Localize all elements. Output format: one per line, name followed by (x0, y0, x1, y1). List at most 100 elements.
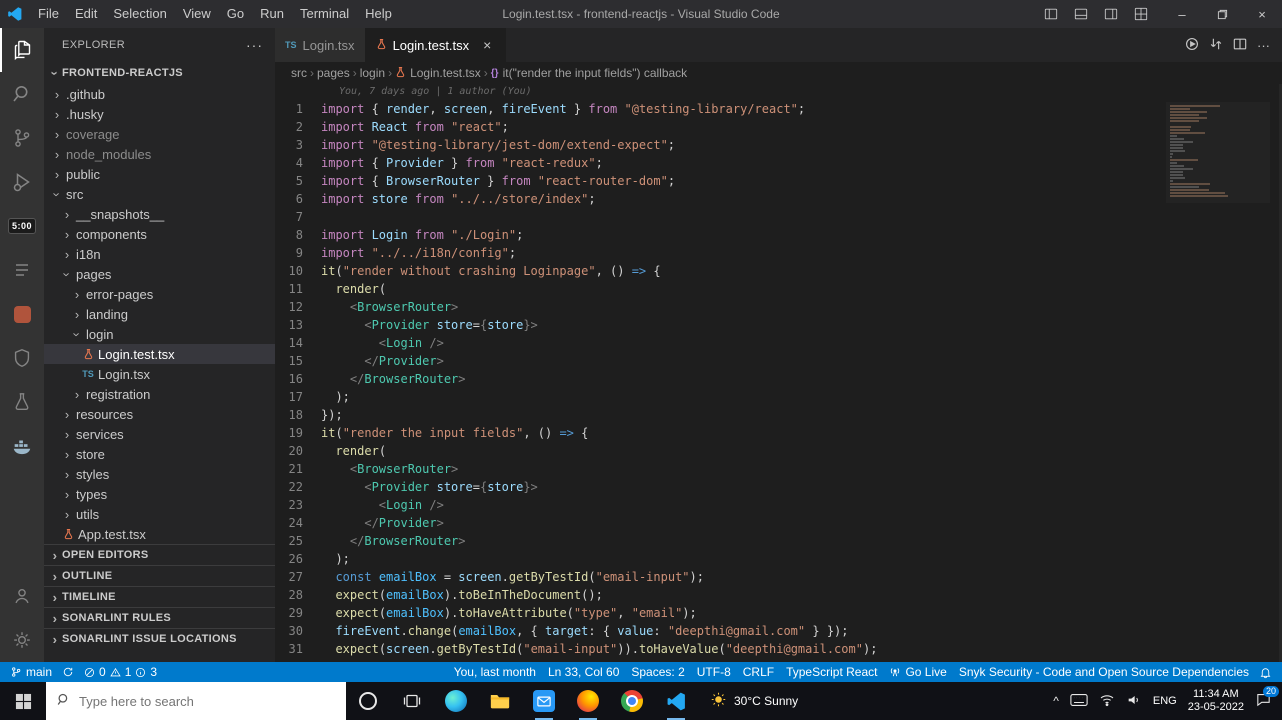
tree-item-landing[interactable]: › landing (44, 304, 275, 324)
tree-item-src[interactable]: › src (44, 184, 275, 204)
git-branch-indicator[interactable]: main (10, 665, 52, 679)
clock[interactable]: 11:34 AM 23-05-2022 (1188, 688, 1244, 714)
toggle-panel-bottom-icon[interactable] (1066, 0, 1096, 28)
tree-item-i18n[interactable]: › i18n (44, 244, 275, 264)
tree-item-utils[interactable]: › utils (44, 504, 275, 524)
tree-item-types[interactable]: › types (44, 484, 275, 504)
search-input[interactable] (79, 693, 336, 709)
edge-icon[interactable] (434, 682, 478, 720)
language-indicator[interactable]: ENG (1153, 695, 1177, 707)
notifications-bell[interactable] (1259, 666, 1272, 679)
sonarlint-icon[interactable] (0, 292, 44, 336)
menu-help[interactable]: Help (357, 0, 400, 28)
menu-run[interactable]: Run (252, 0, 292, 28)
test-explorer-icon[interactable] (0, 380, 44, 424)
tree-item-husky[interactable]: › .husky (44, 104, 275, 124)
tree-item-services[interactable]: › services (44, 424, 275, 444)
docker-icon[interactable] (0, 424, 44, 468)
settings-gear-icon[interactable] (0, 618, 44, 662)
explorer-more-actions-icon[interactable]: ··· (246, 37, 263, 53)
close-icon[interactable]: × (479, 37, 495, 53)
problems-indicator[interactable]: 0 1 3 (84, 665, 157, 679)
breadcrumb-item-src[interactable]: src (291, 66, 307, 80)
weather-widget[interactable]: 30°C Sunny (698, 682, 810, 720)
breadcrumb-item-it-render-the-input-fields-c[interactable]: {} it("render the input fields") callback (491, 66, 687, 80)
timer-extension-icon[interactable]: 5:00 (0, 204, 44, 248)
menu-go[interactable]: Go (219, 0, 252, 28)
close-button[interactable]: × (1242, 0, 1282, 28)
mail-icon[interactable] (522, 682, 566, 720)
tasks-extension-icon[interactable] (0, 248, 44, 292)
tree-item-error-pages[interactable]: › error-pages (44, 284, 275, 304)
section-timeline[interactable]: › TIMELINE (44, 586, 275, 607)
touch-keyboard-icon[interactable] (1070, 693, 1088, 710)
customize-layout-icon[interactable] (1126, 0, 1156, 28)
menu-edit[interactable]: Edit (67, 0, 105, 28)
section-sonarlint-rules[interactable]: › SONARLINT RULES (44, 607, 275, 628)
tree-item-components[interactable]: › components (44, 224, 275, 244)
project-root-folder[interactable]: › FRONTEND-REACTJS (44, 62, 275, 84)
run-tests-icon[interactable] (1185, 37, 1199, 54)
status-typescript-react[interactable]: TypeScript React (786, 665, 877, 679)
tree-item-store[interactable]: › store (44, 444, 275, 464)
toggle-panel-left-icon[interactable] (1036, 0, 1066, 28)
menu-selection[interactable]: Selection (105, 0, 174, 28)
volume-icon[interactable] (1126, 693, 1142, 710)
breadcrumb-item-login[interactable]: login (360, 66, 385, 80)
status-ln-33-col-60[interactable]: Ln 33, Col 60 (548, 665, 619, 679)
hidden-icons-caret[interactable]: ^ (1053, 694, 1059, 708)
task-view-icon[interactable] (390, 682, 434, 720)
section-sonarlint-issue-locations[interactable]: › SONARLINT ISSUE LOCATIONS (44, 628, 275, 649)
tree-item-login-test-tsx[interactable]: Login.test.tsx (44, 344, 275, 364)
tab-login-tsx[interactable]: TS Login.tsx (275, 28, 366, 62)
tree-item-login-tsx[interactable]: TS Login.tsx (44, 364, 275, 384)
tree-item-public[interactable]: › public (44, 164, 275, 184)
firefox-icon[interactable] (566, 682, 610, 720)
tree-item-node-modules[interactable]: › node_modules (44, 144, 275, 164)
tree-item-resources[interactable]: › resources (44, 404, 275, 424)
breadcrumb-item-pages[interactable]: pages (317, 66, 350, 80)
source-control-icon[interactable] (0, 116, 44, 160)
tab-login-test-tsx[interactable]: Login.test.tsx × (365, 28, 507, 62)
maximize-button[interactable] (1202, 0, 1242, 28)
minimap[interactable] (1166, 102, 1270, 203)
tree-item-styles[interactable]: › styles (44, 464, 275, 484)
menu-terminal[interactable]: Terminal (292, 0, 357, 28)
taskbar-search[interactable] (46, 682, 346, 720)
toggle-panel-right-icon[interactable] (1096, 0, 1126, 28)
accounts-icon[interactable] (0, 574, 44, 618)
status-utf-8[interactable]: UTF-8 (697, 665, 731, 679)
menu-view[interactable]: View (175, 0, 219, 28)
menu-file[interactable]: File (30, 0, 67, 28)
network-wifi-icon[interactable] (1099, 693, 1115, 710)
chrome-icon[interactable] (610, 682, 654, 720)
code-editor[interactable]: You, 7 days ago | 1 author (You) 1 import… (275, 84, 1282, 662)
vscode-taskbar-icon[interactable] (654, 682, 698, 720)
status-spaces-2[interactable]: Spaces: 2 (631, 665, 684, 679)
status-snyk-security-code-and-open-so[interactable]: Snyk Security - Code and Open Source Dep… (959, 665, 1249, 679)
tree-item-pages[interactable]: › pages (44, 264, 275, 284)
security-shield-icon[interactable] (0, 336, 44, 380)
action-center[interactable]: 20 (1255, 686, 1279, 711)
sync-button[interactable] (62, 666, 74, 678)
minimize-button[interactable]: – (1162, 0, 1202, 28)
run-debug-icon[interactable] (0, 160, 44, 204)
split-editor-icon[interactable] (1233, 37, 1247, 54)
more-actions-icon[interactable]: ··· (1257, 38, 1270, 53)
file-explorer-icon[interactable] (478, 682, 522, 720)
tree-item-snapshots[interactable]: › __snapshots__ (44, 204, 275, 224)
section-outline[interactable]: › OUTLINE (44, 565, 275, 586)
explorer-icon[interactable] (0, 28, 44, 72)
gitlens-blame-lens[interactable]: You, 7 days ago | 1 author (You) (339, 84, 1282, 100)
search-icon[interactable] (0, 72, 44, 116)
tree-item-login[interactable]: › login (44, 324, 275, 344)
cortana-icon[interactable] (346, 682, 390, 720)
start-button[interactable] (0, 682, 46, 720)
tree-item-coverage[interactable]: › coverage (44, 124, 275, 144)
status-crlf[interactable]: CRLF (743, 665, 774, 679)
breadcrumb-item-login-test-tsx[interactable]: Login.test.tsx (395, 66, 481, 81)
status-go-live[interactable]: Go Live (889, 665, 947, 679)
open-changes-icon[interactable] (1209, 37, 1223, 54)
tree-item-registration[interactable]: › registration (44, 384, 275, 404)
status-you-last-month[interactable]: You, last month (454, 665, 536, 679)
